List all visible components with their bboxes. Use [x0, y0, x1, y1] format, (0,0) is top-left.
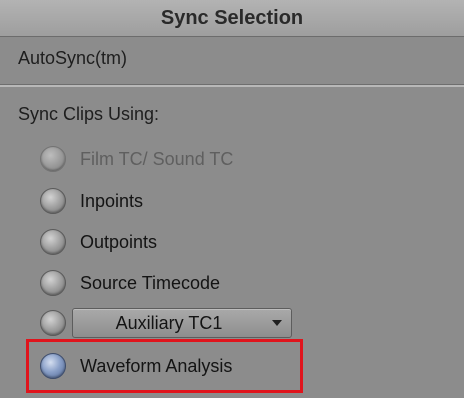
option-label: Outpoints [80, 231, 158, 252]
option-auxiliary-tc[interactable]: Auxiliary TC1 [40, 308, 292, 338]
radio-button[interactable] [40, 146, 66, 172]
option-film-tc-sound-tc[interactable]: Film TC/ Sound TC [40, 144, 233, 174]
radio-button[interactable] [40, 188, 66, 214]
radio-button[interactable] [40, 229, 66, 255]
section-divider [0, 84, 464, 87]
option-source-timecode[interactable]: Source Timecode [40, 268, 220, 298]
radio-button[interactable] [40, 310, 66, 336]
option-label: Inpoints [80, 190, 144, 211]
dialog-title: Sync Selection [0, 0, 464, 37]
dropdown-selected-value: Auxiliary TC1 [115, 312, 223, 333]
highlight-annotation-box [26, 339, 303, 393]
sync-clips-using-label: Sync Clips Using: [18, 104, 160, 124]
radio-button[interactable] [40, 270, 66, 296]
sync-selection-dialog: Sync Selection AutoSync(tm) Sync Clips U… [0, 0, 464, 398]
option-inpoints[interactable]: Inpoints [40, 186, 143, 216]
option-outpoints[interactable]: Outpoints [40, 227, 157, 257]
auxiliary-tc-dropdown[interactable]: Auxiliary TC1 [72, 308, 292, 338]
option-label: Film TC/ Sound TC [80, 148, 234, 169]
option-label: Source Timecode [80, 272, 221, 293]
method-label: AutoSync(tm) [18, 48, 128, 68]
chevron-down-icon [272, 320, 282, 326]
